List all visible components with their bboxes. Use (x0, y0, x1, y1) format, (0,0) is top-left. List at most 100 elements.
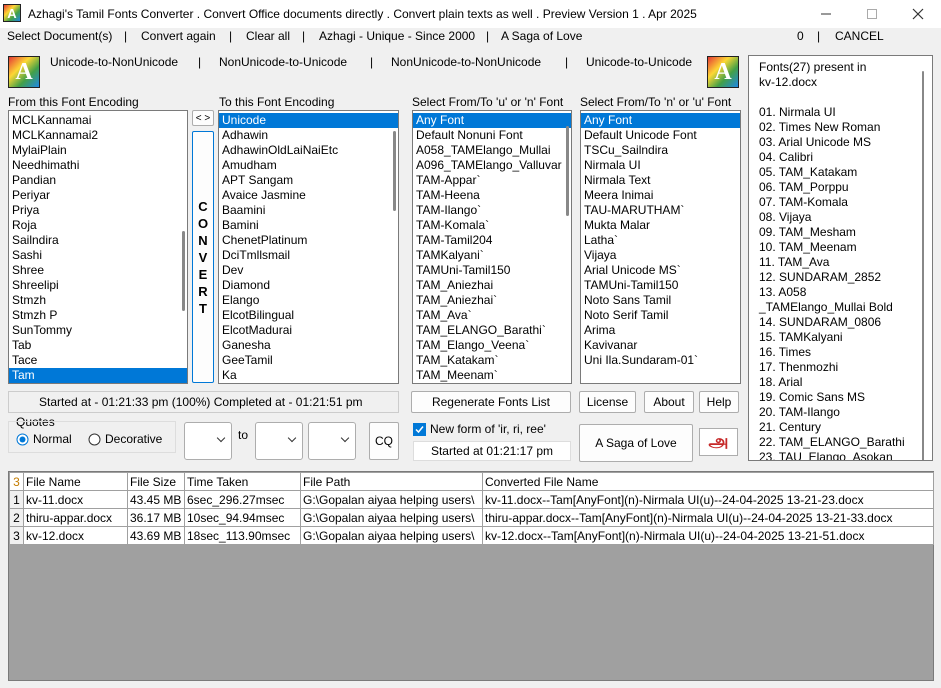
list-item[interactable]: Unicode (219, 113, 398, 128)
list-item[interactable]: Diamond (219, 278, 398, 293)
list-item[interactable]: TAM-Komala` (413, 218, 571, 233)
list-item[interactable]: Mukta Malar (581, 218, 740, 233)
azhagi-tamil-logo[interactable]: அ (699, 428, 738, 456)
header-converted-file-name[interactable]: Converted File Name (482, 472, 934, 491)
list-item[interactable]: SunTommy (9, 323, 187, 338)
list-item[interactable]: Any Font (413, 113, 571, 128)
cq-button[interactable]: CQ (369, 422, 399, 460)
list-item[interactable]: TAM_Meenam` (413, 368, 571, 383)
list-item[interactable]: Any Font (581, 113, 740, 128)
list-item[interactable]: Arima (581, 323, 740, 338)
mode-unicode-to-unicode[interactable]: Unicode-to-Unicode (586, 55, 692, 69)
list-item[interactable]: Amudham (219, 158, 398, 173)
list-item[interactable]: Kavivanar (581, 338, 740, 353)
close-icon[interactable] (895, 0, 941, 28)
list-item[interactable]: TAMUni-Tamil150 (581, 278, 740, 293)
list-item[interactable]: Ganesha (219, 338, 398, 353)
header-file-path[interactable]: File Path (300, 472, 483, 491)
help-button[interactable]: Help (699, 391, 739, 413)
list-item[interactable]: Meera Inimai (581, 188, 740, 203)
list-item[interactable]: Latha` (581, 233, 740, 248)
mode-nonunicode-to-nonunicode[interactable]: NonUnicode-to-NonUnicode (391, 55, 541, 69)
list-item[interactable]: Periyar (9, 188, 187, 203)
saga-of-love-menu[interactable]: A Saga of Love (501, 29, 582, 43)
minimize-icon[interactable] (803, 0, 849, 28)
list-item[interactable]: TAM_Elango_Veena` (413, 338, 571, 353)
list-item[interactable]: ElcotBilingual (219, 308, 398, 323)
select-u-font-list[interactable]: Any Font Default Nonuni Font A058_TAMElang… (412, 110, 572, 384)
list-item[interactable]: TAM-Tamil204 (413, 233, 571, 248)
scrollbar[interactable] (566, 126, 569, 216)
list-item[interactable]: GeeTamil (219, 353, 398, 368)
list-item[interactable]: MCLKannamai (9, 113, 187, 128)
list-item[interactable]: Uni Ila.Sundaram-01` (581, 353, 740, 368)
scrollbar[interactable] (922, 71, 924, 460)
list-item[interactable]: Needhimathi (9, 158, 187, 173)
list-item[interactable]: TSCu_Sailndira (581, 143, 740, 158)
list-item[interactable]: Sashi (9, 248, 187, 263)
list-item[interactable]: Sailndira (9, 233, 187, 248)
convert-button[interactable]: CONVERT (192, 131, 214, 383)
mode-unicode-to-nonunicode[interactable]: Unicode-to-NonUnicode (50, 55, 178, 69)
list-item[interactable]: Nirmala Text (581, 173, 740, 188)
header-time-taken[interactable]: Time Taken (184, 472, 301, 491)
swap-button[interactable]: < > (192, 110, 214, 126)
list-item[interactable]: TAM_Aniezhai` (413, 293, 571, 308)
range-from-combo[interactable] (184, 422, 232, 460)
list-item[interactable]: Arial Unicode MS` (581, 263, 740, 278)
list-item[interactable]: ElcotMadurai (219, 323, 398, 338)
list-item[interactable]: TAM-Heena (413, 188, 571, 203)
list-item[interactable]: Stmzh (9, 293, 187, 308)
about-button[interactable]: About (644, 391, 694, 413)
list-item[interactable]: TAM_Ava` (413, 308, 571, 323)
regenerate-fonts-button[interactable]: Regenerate Fonts List (411, 391, 571, 413)
scrollbar[interactable] (182, 231, 185, 311)
new-form-checkbox[interactable]: New form of 'ir, ri, ree' (413, 422, 546, 436)
list-item[interactable]: DciTmllsmail (219, 248, 398, 263)
list-item[interactable]: TAM-Ilango` (413, 203, 571, 218)
maximize-icon[interactable] (849, 0, 895, 28)
list-item[interactable]: Bamini (219, 218, 398, 233)
azhagi-menu[interactable]: Azhagi - Unique - Since 2000 (319, 29, 475, 43)
select-n-font-list[interactable]: Any Font Default Unicode Font TSCu_Sailndi… (580, 110, 741, 384)
list-item[interactable]: TAM_ELANGO_Barathi` (413, 323, 571, 338)
from-encoding-list[interactable]: MCLKannamai MCLKannamai2 MylaiPlain Needhim… (8, 110, 188, 384)
list-item[interactable]: Avaice Jasmine (219, 188, 398, 203)
list-item[interactable]: A096_TAMElango_Valluvar (413, 158, 571, 173)
list-item[interactable]: Dev (219, 263, 398, 278)
list-item[interactable]: Tace (9, 353, 187, 368)
mode-nonunicode-to-unicode[interactable]: NonUnicode-to-Unicode (219, 55, 347, 69)
list-item[interactable]: TAM_Aniezhai (413, 278, 571, 293)
list-item[interactable]: TAM-Appar` (413, 173, 571, 188)
list-item[interactable]: Shreelipi (9, 278, 187, 293)
list-item[interactable]: Pandian (9, 173, 187, 188)
quotes-normal-radio[interactable]: Normal (16, 432, 72, 446)
list-item[interactable]: Nirmala UI (581, 158, 740, 173)
list-item[interactable]: A058_TAMElango_Mullai (413, 143, 571, 158)
list-item[interactable]: Adhawin (219, 128, 398, 143)
list-item[interactable]: Shree (9, 263, 187, 278)
list-item[interactable]: Tab (9, 338, 187, 353)
header-file-name[interactable]: File Name (23, 472, 128, 491)
header-file-size[interactable]: File Size (127, 472, 185, 491)
list-item[interactable]: ChenetPlatinum (219, 233, 398, 248)
table-row[interactable]: 1 kv-11.docx 43.45 MB 6sec_296.27msec G:\Gop… (9, 490, 934, 509)
license-button[interactable]: License (579, 391, 636, 413)
list-item[interactable]: Elango (219, 293, 398, 308)
list-item[interactable]: Tam (9, 368, 187, 383)
quotes-decorative-radio[interactable]: Decorative (88, 432, 162, 446)
range-to-combo[interactable] (255, 422, 303, 460)
list-item[interactable]: MylaiPlain (9, 143, 187, 158)
list-item[interactable]: Priya (9, 203, 187, 218)
table-row[interactable]: 3 kv-12.docx 43.69 MB 18sec_113.90msec G:\Go… (9, 526, 934, 545)
scrollbar[interactable] (393, 131, 396, 211)
list-item[interactable]: APT Sangam (219, 173, 398, 188)
list-item[interactable]: Default Unicode Font (581, 128, 740, 143)
list-item[interactable]: TAM_Katakam` (413, 353, 571, 368)
list-item[interactable]: Noto Serif Tamil (581, 308, 740, 323)
list-item[interactable]: Ka (219, 368, 398, 383)
list-item[interactable]: TAU-MARUTHAM` (581, 203, 740, 218)
list-item[interactable]: TAMKalyani` (413, 248, 571, 263)
list-item[interactable]: MCLKannamai2 (9, 128, 187, 143)
cancel-menu[interactable]: CANCEL (835, 29, 884, 43)
